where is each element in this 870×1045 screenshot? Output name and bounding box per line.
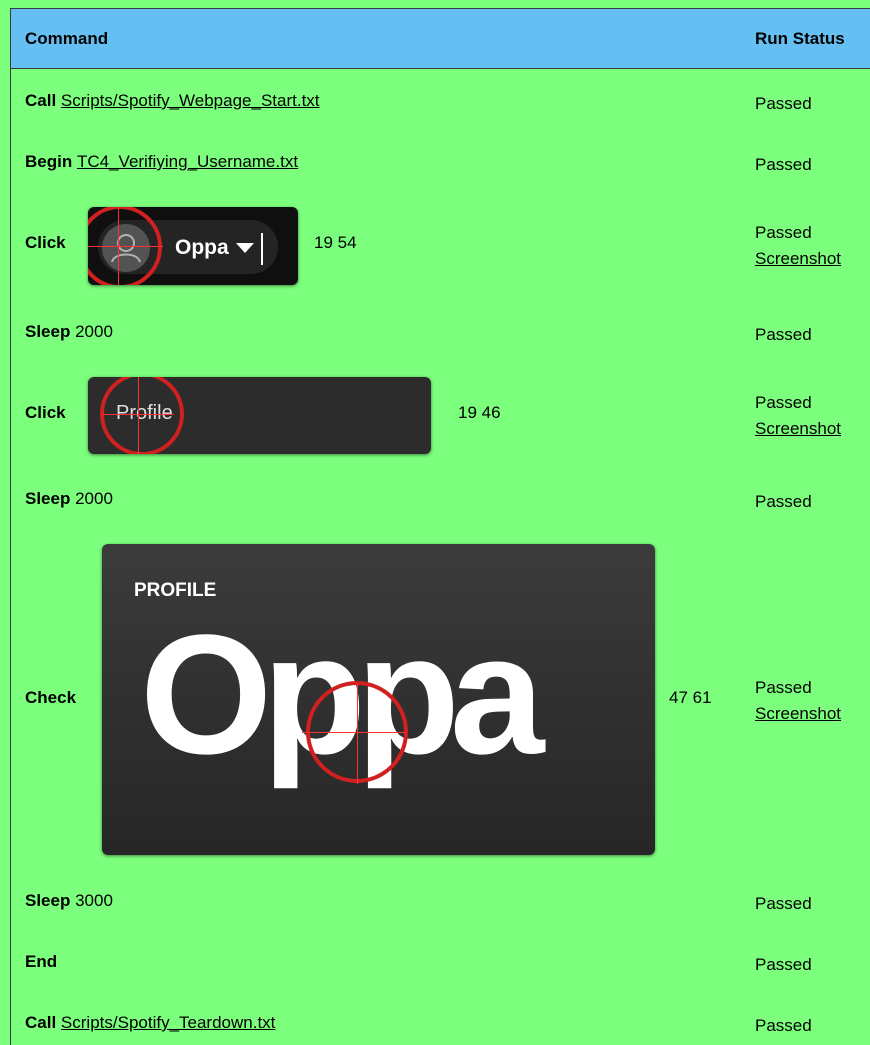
run-status: Passed Screenshot	[755, 220, 841, 272]
run-status: Passed	[755, 492, 812, 511]
command-keyword: Begin TC4_Verifiying_Username.txt	[25, 152, 299, 171]
script-link[interactable]: Scripts/Spotify_Webpage_Start.txt	[61, 91, 320, 110]
command-keyword: Click	[25, 403, 66, 422]
target-image: Oppa	[88, 207, 298, 285]
username-text: Oppa	[175, 236, 229, 259]
script-link[interactable]: Scripts/Spotify_Teardown.txt	[61, 1013, 275, 1032]
run-status: Passed Screenshot	[755, 390, 841, 442]
command-keyword: Sleep 3000	[25, 891, 113, 910]
run-status: Passed	[755, 155, 812, 174]
command-keyword: Call Scripts/Spotify_Webpage_Start.txt	[25, 91, 320, 110]
crosshair-horizontal	[302, 732, 406, 733]
screenshot-link[interactable]: Screenshot	[755, 416, 841, 442]
run-status: Passed	[755, 1016, 812, 1035]
check-coordinates: 47 61	[669, 688, 712, 707]
header-command: Command	[25, 29, 109, 48]
command-keyword: Sleep 2000	[25, 489, 113, 508]
command-keyword: End	[25, 952, 58, 971]
command-keyword: Call Scripts/Spotify_Teardown.txt	[25, 1013, 276, 1032]
crosshair-vertical	[138, 377, 139, 454]
command-keyword: Click	[25, 233, 66, 252]
text-cursor	[261, 233, 263, 265]
screenshot-link[interactable]: Screenshot	[755, 701, 841, 727]
table-header: Command Run Status	[11, 9, 870, 69]
target-ring	[100, 377, 184, 454]
profile-label: PROFILE	[134, 580, 217, 601]
table-row: Check PROFILE Oppa 47 61 Passed Screensh…	[11, 543, 870, 855]
run-status: Passed	[755, 955, 812, 974]
command-keyword: Sleep 2000	[25, 322, 113, 341]
crosshair-vertical	[357, 684, 358, 784]
table-row: Click Profile 19 46 Passed Screenshot	[11, 377, 870, 457]
target-image: PROFILE Oppa	[102, 544, 655, 855]
command-keyword: Check	[25, 688, 77, 707]
header-run-status: Run Status	[755, 29, 845, 48]
click-coordinates: 19 54	[314, 233, 357, 252]
target-image: Profile	[88, 377, 431, 454]
run-status: Passed	[755, 94, 812, 113]
crosshair-horizontal	[88, 246, 163, 247]
script-link[interactable]: TC4_Verifiying_Username.txt	[77, 152, 298, 171]
screenshot-link[interactable]: Screenshot	[755, 246, 841, 272]
caret-down-icon	[236, 243, 254, 253]
run-status: Passed Screenshot	[755, 675, 841, 727]
crosshair-vertical	[118, 207, 119, 285]
run-status: Passed	[755, 894, 812, 913]
click-coordinates: 19 46	[458, 403, 501, 422]
run-status: Passed	[755, 325, 812, 344]
test-run-report: Command Run Status Call Scripts/Spotify_…	[10, 8, 870, 1045]
table-row: Click Oppa 19 54 Passed Screenshot	[11, 207, 870, 287]
